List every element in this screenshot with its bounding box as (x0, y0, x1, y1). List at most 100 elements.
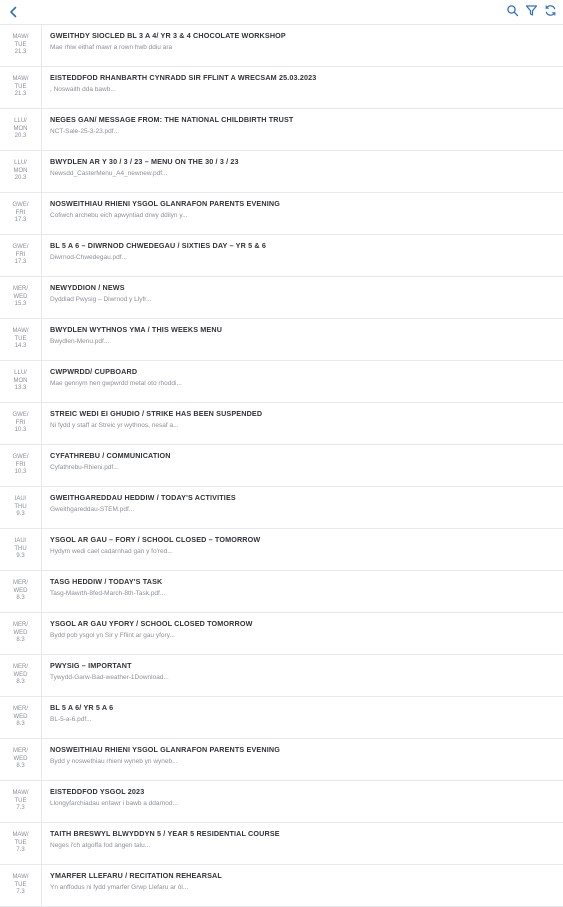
message-row[interactable]: MER/ WED 8.3 NOSWEITHIAU RHIENI YSGOL GL… (0, 739, 563, 781)
message-content: BWYDLEN AR Y 30 / 3 / 23 – MENU ON THE 3… (50, 157, 553, 179)
date-value: 20.3 (14, 133, 27, 140)
message-row[interactable]: LLU/ MON 20.3 BWYDLEN AR Y 30 / 3 / 23 –… (0, 151, 563, 193)
day-english: MON (13, 167, 28, 174)
message-snippet: , Noswaith dda bawb... (50, 86, 116, 93)
message-content: CWPWRDD/ CUPBOARD Mae gennym hen gwpwrdd… (50, 367, 553, 389)
message-snippet: Diwrnod-Chwedegau.pdf... (50, 254, 127, 261)
date-value: 8.3 (16, 595, 25, 602)
message-title: NOSWEITHIAU RHIENI YSGOL GLANRAFON PAREN… (50, 199, 280, 208)
filter-button[interactable] (525, 4, 538, 17)
refresh-button[interactable] (544, 4, 557, 17)
message-date: GWE/ FRI 10.3 (0, 403, 42, 444)
day-welsh: GWE/ (12, 454, 29, 461)
day-welsh: LLU/ (14, 118, 27, 125)
message-row[interactable]: MER/ WED 8.3 YSGOL AR GAU YFORY / SCHOOL… (0, 613, 563, 655)
message-date: MER/ WED 8.3 (0, 739, 42, 780)
message-row[interactable]: MAW/ TUE 21.3 GWEITHDY SIOCLED BL 3 A 4/… (0, 25, 563, 67)
filter-icon (525, 5, 538, 16)
date-value: 13.3 (14, 385, 27, 392)
message-snippet: NCT-Sale-25-3-23.pdf... (50, 128, 120, 135)
message-title: BWYDLEN WYTHNOS YMA / THIS WEEKS MENU (50, 325, 223, 334)
message-content: TASG HEDDIW / TODAY'S TASK Tasg-Mawrth-8… (50, 577, 553, 599)
message-content: YSGOL AR GAU YFORY / SCHOOL CLOSED TOMOR… (50, 619, 553, 641)
message-title: GWEITHDY SIOCLED BL 3 A 4/ YR 3 & 4 CHOC… (50, 31, 286, 40)
message-snippet: Ni fydd y staff ar Streic yr wythnos, ne… (50, 422, 179, 429)
message-content: BL 5 A 6 – DIWRNOD CHWEDEGAU / SIXTIES D… (50, 241, 553, 263)
date-value: 9.3 (16, 553, 25, 560)
message-content: PWYSIG – IMPORTANT Tywydd-Garw-Bad-weath… (50, 661, 553, 683)
message-snippet: Tasg-Mawrth-8fed-March-8th-Task.pdf... (50, 590, 166, 597)
day-welsh: MAW/ (12, 328, 29, 335)
message-date: MAW/ TUE 21.3 (0, 67, 42, 108)
message-title: STREIC WEDI EI GHUDIO / STRIKE HAS BEEN … (50, 409, 263, 418)
message-title: CWPWRDD/ CUPBOARD (50, 367, 138, 376)
message-row[interactable]: MER/ WED 8.3 BL 5 A 6/ YR 5 A 6 BL-5-a-6… (0, 697, 563, 739)
message-content: YMARFER LLEFARU / RECITATION REHEARSAL Y… (50, 871, 553, 893)
message-content: NOSWEITHIAU RHIENI YSGOL GLANRAFON PAREN… (50, 199, 553, 221)
day-welsh: MER/ (13, 748, 28, 755)
message-snippet: Dyddiad Pwysig – Diwrnod y Llyfr... (50, 296, 152, 303)
date-value: 8.3 (16, 721, 25, 728)
message-row[interactable]: MER/ WED 8.3 TASG HEDDIW / TODAY'S TASK … (0, 571, 563, 613)
day-english: WED (13, 293, 28, 300)
message-row[interactable]: MAW/ TUE 7.3 TAITH BRESWYL BLWYDDYN 5 / … (0, 823, 563, 865)
message-row[interactable]: MAW/ TUE 7.3 YMARFER LLEFARU / RECITATIO… (0, 865, 563, 907)
message-content: EISTEDDFOD RHANBARTH CYNRADD SIR FFLINT … (50, 73, 553, 95)
day-english: WED (13, 587, 28, 594)
message-row[interactable]: LLU/ MON 13.3 CWPWRDD/ CUPBOARD Mae genn… (0, 361, 563, 403)
message-snippet: Yn anffodus ni fydd ymarfer Grwp Llefaru… (50, 884, 189, 891)
message-row[interactable]: MER/ WED 8.3 PWYSIG – IMPORTANT Tywydd-G… (0, 655, 563, 697)
back-button[interactable] (6, 4, 22, 20)
message-content: NOSWEITHIAU RHIENI YSGOL GLANRAFON PAREN… (50, 745, 553, 767)
message-content: GWEITHGAREDDAU HEDDIW / TODAY'S ACTIVITI… (50, 493, 553, 515)
message-row[interactable]: GWE/ FRI 10.3 CYFATHREBU / COMMUNICATION… (0, 445, 563, 487)
date-value: 8.3 (16, 679, 25, 686)
message-row[interactable]: MER/ WED 15.3 NEWYDDION / NEWS Dyddiad P… (0, 277, 563, 319)
message-snippet: Hydym wedi cael cadarnhad gan y fo'red..… (50, 548, 173, 555)
message-title: BL 5 A 6/ YR 5 A 6 (50, 703, 114, 712)
message-row[interactable]: MAW/ TUE 7.3 EISTEDDFOD YSGOL 2023 Llong… (0, 781, 563, 823)
date-value: 17.3 (14, 259, 27, 266)
message-row[interactable]: GWE/ FRI 17.3 NOSWEITHIAU RHIENI YSGOL G… (0, 193, 563, 235)
date-value: 21.3 (14, 49, 27, 56)
message-date: MER/ WED 8.3 (0, 571, 42, 612)
message-snippet: Bwydlen-Menu.pdf... (50, 338, 110, 345)
day-welsh: MER/ (13, 580, 28, 587)
day-english: TUE (14, 83, 27, 90)
message-content: NEGES GAN/ MESSAGE FROM: THE NATIONAL CH… (50, 115, 553, 137)
day-english: FRI (15, 251, 26, 258)
message-content: CYFATHREBU / COMMUNICATION Cyfathrebu-Rh… (50, 451, 553, 473)
day-welsh: MER/ (13, 664, 28, 671)
message-snippet: Tywydd-Garw-Bad-weather-1Download... (50, 674, 169, 681)
message-date: MAW/ TUE 7.3 (0, 781, 42, 822)
message-row[interactable]: IAU/ THU 9.3 YSGOL AR GAU – FORY / SCHOO… (0, 529, 563, 571)
date-value: 7.3 (16, 847, 25, 854)
day-welsh: GWE/ (12, 202, 29, 209)
message-title: BWYDLEN AR Y 30 / 3 / 23 – MENU ON THE 3… (50, 157, 239, 166)
date-value: 10.3 (14, 427, 27, 434)
message-snippet: Mae gennym hen gwpwrdd metal oto rhoddi.… (50, 380, 182, 387)
message-row[interactable]: MAW/ TUE 21.3 EISTEDDFOD RHANBARTH CYNRA… (0, 67, 563, 109)
message-title: GWEITHGAREDDAU HEDDIW / TODAY'S ACTIVITI… (50, 493, 236, 502)
message-row[interactable]: GWE/ FRI 17.3 BL 5 A 6 – DIWRNOD CHWEDEG… (0, 235, 563, 277)
message-row[interactable]: GWE/ FRI 10.3 STREIC WEDI EI GHUDIO / ST… (0, 403, 563, 445)
day-welsh: MER/ (13, 286, 28, 293)
search-button[interactable] (506, 4, 519, 17)
day-welsh: MAW/ (12, 34, 29, 41)
date-value: 17.3 (14, 217, 27, 224)
date-value: 8.3 (16, 763, 25, 770)
date-value: 8.3 (16, 637, 25, 644)
message-date: GWE/ FRI 17.3 (0, 193, 42, 234)
message-title: NEGES GAN/ MESSAGE FROM: THE NATIONAL CH… (50, 115, 294, 124)
message-date: IAU/ THU 9.3 (0, 487, 42, 528)
message-date: MAW/ TUE 21.3 (0, 25, 42, 66)
message-row[interactable]: LLU/ MON 20.3 NEGES GAN/ MESSAGE FROM: T… (0, 109, 563, 151)
day-welsh: IAU/ (14, 538, 27, 545)
message-list: MAW/ TUE 21.3 GWEITHDY SIOCLED BL 3 A 4/… (0, 25, 563, 907)
message-row[interactable]: MAW/ TUE 14.3 BWYDLEN WYTHNOS YMA / THIS… (0, 319, 563, 361)
message-snippet: Gweithgareddau-STEM.pdf... (50, 506, 135, 513)
message-title: PWYSIG – IMPORTANT (50, 661, 132, 670)
day-english: WED (13, 629, 28, 636)
day-welsh: LLU/ (14, 370, 27, 377)
message-row[interactable]: IAU/ THU 9.3 GWEITHGAREDDAU HEDDIW / TOD… (0, 487, 563, 529)
